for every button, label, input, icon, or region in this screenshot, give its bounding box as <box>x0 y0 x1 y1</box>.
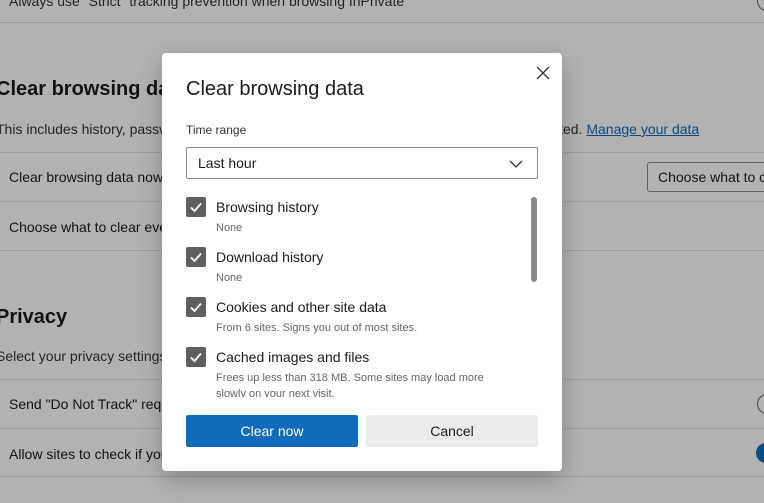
cookies-label: Cookies and other site data <box>216 299 387 315</box>
cookies-checkbox[interactable] <box>186 297 206 317</box>
cached-images-description: Frees up less than 318 MB. Some sites ma… <box>216 372 484 397</box>
cached-images-checkbox[interactable] <box>186 347 206 367</box>
clear-now-button[interactable]: Clear now <box>186 415 358 447</box>
cancel-button[interactable]: Cancel <box>366 415 538 447</box>
option-download-history: Download history None <box>186 247 526 287</box>
data-options-list[interactable]: Browsing history None Download history N… <box>186 197 538 397</box>
download-history-checkbox[interactable] <box>186 247 206 267</box>
clear-browsing-data-dialog: Clear browsing data Time range Last hour… <box>162 53 562 471</box>
checkmark-icon <box>190 352 202 363</box>
checkmark-icon <box>190 302 202 313</box>
checkmark-icon <box>190 252 202 263</box>
browsing-history-checkbox[interactable] <box>186 197 206 217</box>
time-range-value: Last hour <box>198 155 257 171</box>
time-range-label: Time range <box>186 123 247 137</box>
option-cached-images: Cached images and files Frees up less th… <box>186 347 526 397</box>
download-history-description: None <box>216 272 243 284</box>
chevron-down-icon <box>509 160 523 168</box>
options-scrollbar-thumb[interactable] <box>531 197 537 282</box>
time-range-select[interactable]: Last hour <box>186 147 538 179</box>
close-button[interactable] <box>531 61 555 85</box>
dialog-title: Clear browsing data <box>186 78 364 100</box>
cached-images-label: Cached images and files <box>216 349 370 365</box>
checkmark-icon <box>190 202 202 213</box>
close-icon <box>536 66 550 80</box>
download-history-label: Download history <box>216 249 324 265</box>
cookies-description: From 6 sites. Signs you out of most site… <box>216 322 418 334</box>
option-cookies: Cookies and other site data From 6 sites… <box>186 297 526 337</box>
browsing-history-label: Browsing history <box>216 199 319 215</box>
option-browsing-history: Browsing history None <box>186 197 526 237</box>
browsing-history-description: None <box>216 222 243 234</box>
